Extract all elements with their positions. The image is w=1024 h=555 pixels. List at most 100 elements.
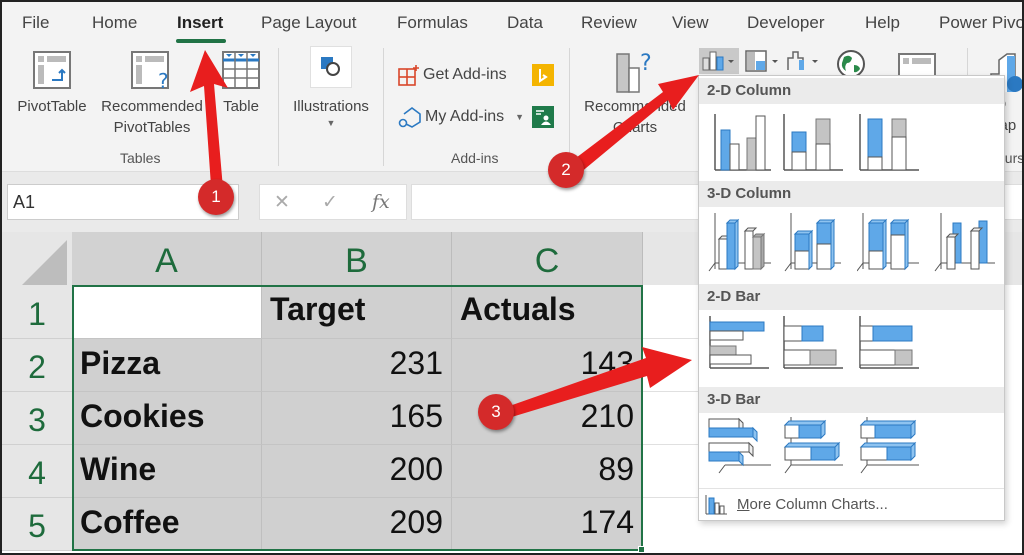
tab-formulas[interactable]: Formulas (397, 13, 468, 33)
illustrations-label: Illustrations (293, 98, 369, 115)
get-addins-button[interactable]: Get Add-ins (398, 64, 507, 86)
column-chart-dropdown: 2-D Column 3-D Column 2-D Bar 3-D Bar Mo… (698, 75, 1005, 521)
tab-home[interactable]: Home (92, 13, 137, 33)
tab-file[interactable]: File (22, 13, 49, 33)
cell-c4[interactable]: 89 (452, 445, 643, 498)
3d-stacked-bar-option[interactable] (781, 415, 847, 483)
row-header-2[interactable]: 2 (2, 339, 72, 392)
3d-stacked-column-option[interactable] (781, 209, 847, 277)
my-addins-dropdown-arrow-icon[interactable]: ▼ (515, 112, 524, 122)
recommended-charts-label-2: Charts (612, 119, 658, 136)
tables-group-label: Tables (120, 150, 161, 166)
3d-column-option[interactable] (933, 209, 999, 277)
hierarchy-chart-icon (745, 50, 778, 72)
my-addins-button[interactable]: My Add-ins ▼ (398, 106, 524, 128)
cancel-icon[interactable]: ✕ (274, 191, 290, 214)
ribbon-separator (278, 48, 279, 166)
column-header-b[interactable]: B (262, 232, 452, 285)
table-label: Table (223, 98, 259, 115)
stacked-column-icon (783, 114, 843, 171)
insert-function-icon[interactable]: fx (372, 191, 390, 213)
tab-developer[interactable]: Developer (747, 13, 825, 33)
cell-c2[interactable]: 143 (452, 339, 643, 392)
cell-b2[interactable]: 231 (262, 339, 452, 392)
section-3d-bar-header: 3-D Bar (699, 387, 1004, 413)
more-column-charts-label: More Column Charts... (737, 496, 888, 513)
100-stacked-column-option[interactable] (857, 106, 923, 174)
insert-waterfall-chart-button[interactable] (785, 48, 825, 74)
my-addins-icon (398, 107, 421, 128)
bing-maps-icon[interactable] (532, 64, 554, 86)
3d-clustered-column-option[interactable] (705, 209, 771, 277)
annotation-badge-3: 3 (478, 394, 514, 430)
tab-power-pivot[interactable]: Power Pivot (939, 13, 1022, 33)
cell-b4[interactable]: 200 (262, 445, 452, 498)
more-column-charts-link[interactable]: More Column Charts... (699, 488, 1004, 520)
row-header-3[interactable]: 3 (2, 392, 72, 445)
people-graph-icon[interactable] (532, 106, 554, 128)
cell-a1[interactable] (72, 285, 262, 339)
illustrations-button[interactable]: Illustrations ▼ (285, 46, 377, 129)
fill-handle[interactable] (638, 546, 645, 553)
recommended-pivottables-label-1: Recommended (101, 98, 203, 115)
cell-b3[interactable]: 165 (262, 392, 452, 445)
waterfall-chart-icon (787, 51, 818, 70)
tab-help[interactable]: Help (865, 13, 900, 33)
tab-view[interactable]: View (672, 13, 709, 33)
shapes-icon (310, 46, 352, 88)
100-stacked-bar-option[interactable] (857, 312, 923, 380)
column-header-c[interactable]: C (452, 232, 643, 285)
cell-c1[interactable]: Actuals (452, 285, 643, 339)
store-icon (398, 65, 419, 86)
pivottable-button[interactable]: PivotTable (12, 50, 92, 117)
ribbon-tabs: File Home Insert Page Layout Formulas Da… (2, 2, 1022, 44)
enter-icon[interactable]: ✓ (322, 191, 338, 214)
column-header-a[interactable]: A (72, 232, 262, 285)
cell-a2[interactable]: Pizza (72, 339, 262, 392)
select-all-button[interactable] (2, 232, 72, 285)
insert-column-chart-button[interactable] (699, 48, 739, 74)
table-button[interactable]: Table (216, 50, 266, 117)
cell-a3[interactable]: Cookies (72, 392, 262, 445)
tab-data[interactable]: Data (507, 13, 543, 33)
clustered-bar-option[interactable] (705, 312, 771, 380)
cell-c5[interactable]: 174 (452, 498, 643, 551)
3d-100-stacked-bar-option[interactable] (857, 415, 923, 483)
annotation-badge-1: 1 (198, 179, 234, 215)
section-2d-bar-header: 2-D Bar (699, 284, 1004, 310)
recommended-charts-button[interactable]: ? Recommended Charts (580, 48, 690, 138)
3d-clustered-bar-icon (708, 417, 771, 474)
clustered-column-option[interactable] (705, 106, 771, 174)
gridline (643, 497, 703, 498)
active-tab-indicator (176, 39, 226, 43)
stacked-bar-option[interactable] (781, 312, 847, 380)
recommended-pivottables-button[interactable]: ? Recommended PivotTables (97, 50, 207, 138)
row-header-4[interactable]: 4 (2, 445, 72, 498)
tab-insert[interactable]: Insert (177, 13, 223, 33)
recommended-pivottables-label-2: PivotTables (113, 119, 191, 136)
cell-b1[interactable]: Target (262, 285, 452, 339)
ribbon-separator (383, 48, 384, 166)
table-icon (222, 51, 260, 89)
section-2d-column-header: 2-D Column (699, 78, 1004, 104)
name-box-value: A1 (13, 192, 36, 212)
3d-clustered-bar-option[interactable] (705, 415, 771, 483)
3d-stacked-bar-icon (783, 417, 843, 474)
tab-page-layout[interactable]: Page Layout (261, 13, 356, 33)
svg-text:?: ? (158, 69, 169, 90)
column-chart-icon (702, 51, 734, 71)
row-header-5[interactable]: 5 (2, 498, 72, 551)
tab-review[interactable]: Review (581, 13, 637, 33)
gridline (643, 444, 703, 445)
cell-a5[interactable]: Coffee (72, 498, 262, 551)
stacked-column-option[interactable] (781, 106, 847, 174)
cell-a4[interactable]: Wine (72, 445, 262, 498)
insert-hierarchy-chart-button[interactable] (743, 48, 783, 74)
excel-window: File Home Insert Page Layout Formulas Da… (0, 0, 1024, 555)
3d-100-stacked-column-icon (856, 213, 919, 272)
100-stacked-bar-icon (859, 316, 919, 369)
cell-b5[interactable]: 209 (262, 498, 452, 551)
stacked-bar-icon (783, 316, 843, 369)
row-header-1[interactable]: 1 (2, 285, 72, 339)
3d-100-stacked-column-option[interactable] (856, 209, 923, 277)
